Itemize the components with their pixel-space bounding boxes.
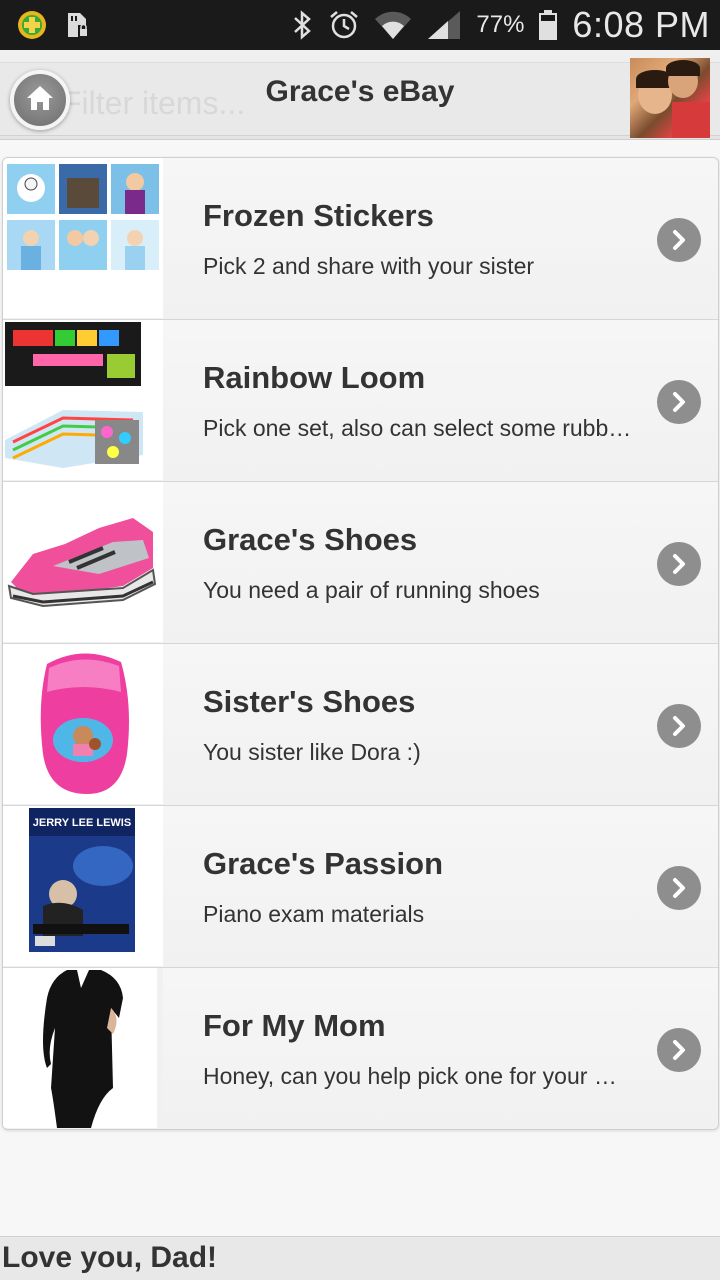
clock: 6:08 PM [572,4,710,45]
item-title: For My Mom [203,1008,386,1043]
bluetooth-icon [290,9,314,41]
running-shoe-thumbnail [3,482,163,642]
chevron-right-icon[interactable] [657,542,701,586]
battery-percent: 77% [476,11,525,38]
chevron-right-icon[interactable] [657,218,701,262]
item-description: Piano exam materials [203,901,425,927]
home-icon [25,84,55,117]
item-list: Frozen Stickers Pick 2 and share with yo… [2,157,719,1130]
list-item[interactable]: Grace's Shoes You need a pair of running… [3,482,718,644]
status-bar: 77% 6:08 PM [0,0,720,50]
list-item[interactable]: Rainbow Loom Pick one set, also can sele… [3,320,718,482]
chevron-right-icon[interactable] [657,1028,701,1072]
chevron-right-icon[interactable] [657,704,701,748]
item-title: Sister's Shoes [203,684,416,719]
battery-icon [538,9,558,41]
list-item[interactable]: JERRY LEE LEWIS Grace's Passion Piano ex… [3,806,718,968]
dora-shoe-thumbnail [3,644,163,804]
item-title: Grace's Passion [203,846,444,881]
header-bar: Grace's eBay [0,50,720,140]
app-plus-icon [16,9,48,41]
alarm-icon [328,9,360,41]
footer-bar: Love you, Dad! [0,1236,720,1280]
filter-input[interactable] [62,80,302,126]
item-title: Frozen Stickers [203,198,434,233]
rainbow-loom-thumbnail [3,320,163,480]
list-item[interactable]: For My Mom Honey, can you help pick one … [3,968,718,1129]
piano-dvd-thumbnail: JERRY LEE LEWIS [3,806,163,966]
list-item[interactable]: Frozen Stickers Pick 2 and share with yo… [3,158,718,320]
home-button[interactable] [10,70,70,130]
frozen-stickers-thumbnail [3,158,163,318]
footer-text: Love you, Dad! [2,1241,218,1274]
chevron-right-icon[interactable] [657,866,701,910]
black-dress-thumbnail [3,968,163,1128]
wifi-icon [374,9,412,41]
item-description: Honey, can you help pick one for your mo… [203,1063,633,1089]
signal-icon [426,9,462,41]
item-description: Pick 2 and share with your sister [203,253,535,279]
sd-card-icon [64,11,90,39]
dvd-cover-title: JERRY LEE LEWIS [33,817,131,829]
chevron-right-icon[interactable] [657,380,701,424]
avatar[interactable] [630,58,710,138]
item-description: Pick one set, also can select some rubbe… [203,415,633,441]
item-title: Grace's Shoes [203,522,418,557]
item-description: You sister like Dora :) [203,739,421,765]
item-description: You need a pair of running shoes [203,577,540,603]
item-title: Rainbow Loom [203,360,426,395]
list-item[interactable]: Sister's Shoes You sister like Dora :) [3,644,718,806]
